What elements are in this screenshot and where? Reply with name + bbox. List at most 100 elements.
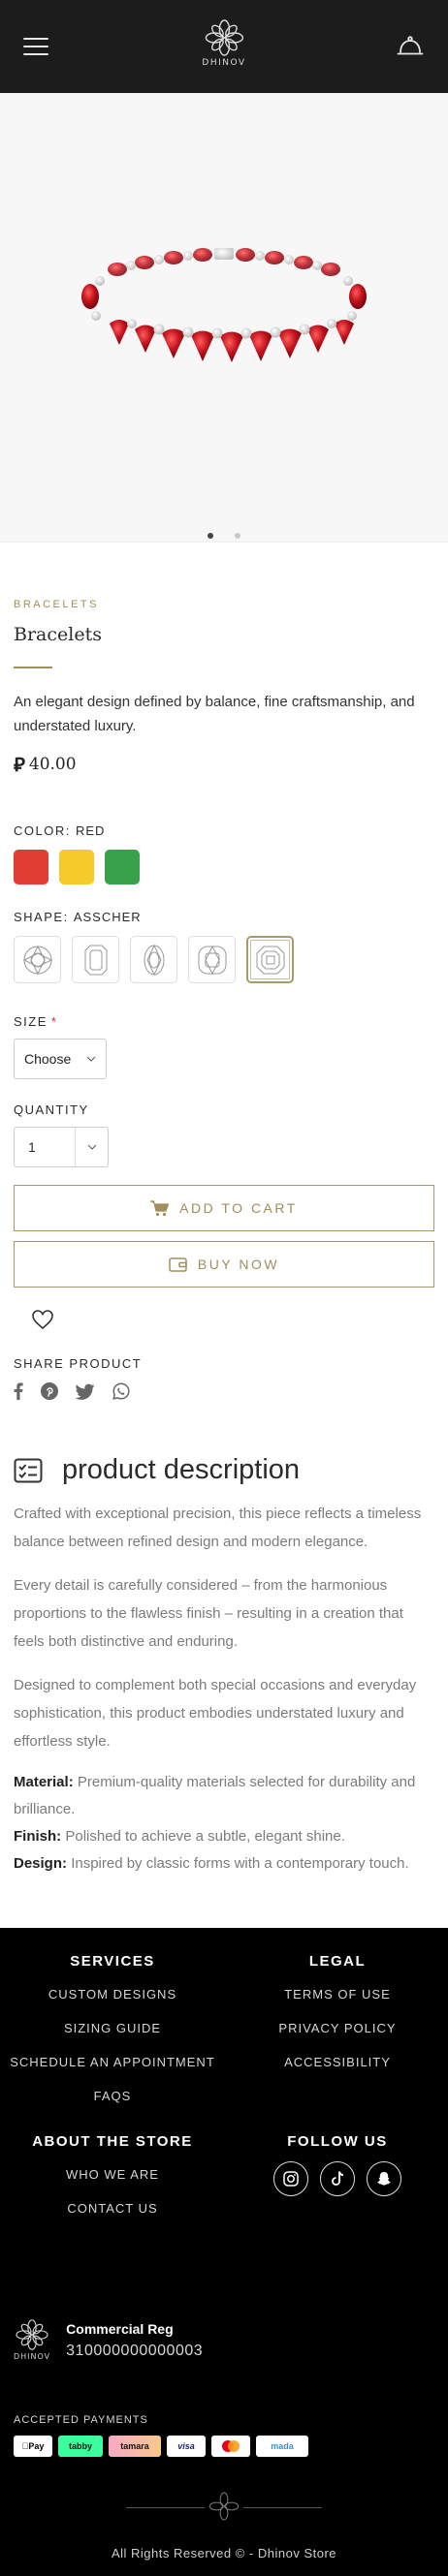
footer-link-custom-designs[interactable]: CUSTOM DESIGNS (0, 1987, 225, 2002)
gallery-dot-2[interactable] (235, 533, 240, 539)
oval-icon (144, 944, 164, 976)
share-icons (14, 1382, 434, 1400)
apple-pay-icon: Pay (14, 2436, 52, 2457)
facebook-icon[interactable] (14, 1382, 23, 1400)
round-icon (22, 945, 52, 975)
pinterest-icon[interactable] (41, 1382, 58, 1400)
whatsapp-icon[interactable] (112, 1382, 130, 1400)
site-footer: SERVICES CUSTOM DESIGNS SIZING GUIDE SCH… (0, 1928, 448, 2576)
site-header: DHINOV (0, 0, 448, 93)
footer-follow: FOLLOW US (264, 2133, 411, 2196)
shape-option-oval[interactable] (130, 936, 177, 983)
description-attributes: Material: Premium-quality materials sele… (14, 1769, 434, 1878)
footer-link-contact-us[interactable]: CONTACT US (0, 2201, 225, 2216)
logo-icon (16, 2319, 48, 2350)
footer-follow-title: FOLLOW US (287, 2133, 388, 2150)
tamara-icon: tamara (109, 2436, 161, 2457)
copyright: All Rights Reserved © - Dhinov Store (111, 2546, 337, 2560)
instagram-icon (283, 2171, 299, 2187)
shape-options (14, 936, 434, 983)
shape-option-asscher[interactable] (246, 936, 294, 983)
commercial-reg-label: Commercial Reg (66, 2320, 174, 2337)
social-links (264, 2161, 411, 2196)
menu-icon[interactable] (23, 38, 48, 55)
tiktok-link[interactable] (320, 2161, 355, 2196)
payment-methods: Pay tabby tamara visa mada (14, 2436, 308, 2457)
shape-option-emerald[interactable] (72, 936, 119, 983)
accepted-payments-label: ACCEPTED PAYMENTS (14, 2414, 148, 2426)
title-divider (14, 667, 52, 668)
snapchat-link[interactable] (367, 2161, 401, 2196)
finish-row: Finish: Polished to achieve a subtle, el… (14, 1828, 345, 1845)
product-gallery[interactable] (0, 93, 448, 543)
size-select-value: Choose (24, 1051, 72, 1067)
material-row: Material: Premium-quality materials sele… (14, 1774, 416, 1817)
gallery-dot-1[interactable] (208, 533, 213, 539)
product-price: ⃁ 40.00 (14, 752, 434, 777)
footer-link-accessibility[interactable]: ACCESSIBILITY (264, 2055, 411, 2069)
footer-emblem (205, 2490, 243, 2523)
color-options (14, 850, 434, 885)
cart-icon (150, 1199, 170, 1216)
shape-label: SHAPE: ASSCHER (14, 910, 142, 924)
product-info: BRACELETS Bracelets An elegant design de… (0, 599, 448, 1878)
wallet-icon (169, 1257, 187, 1272)
mada-icon: mada (256, 2436, 308, 2457)
price-value: 40.00 (28, 755, 77, 774)
footer-link-who-we-are[interactable]: WHO WE ARE (0, 2167, 225, 2182)
size-label: SIZE * (14, 1014, 58, 1029)
size-select[interactable]: Choose (14, 1039, 107, 1079)
gallery-pagination (0, 533, 448, 539)
product-description-header: product description (14, 1454, 434, 1486)
color-label: COLOR: RED (14, 823, 106, 838)
color-swatch-yellow[interactable] (59, 850, 94, 885)
color-swatch-green[interactable] (105, 850, 140, 885)
add-to-cart-label: ADD TO CART (179, 1200, 298, 1216)
quantity-value[interactable]: 1 (15, 1139, 75, 1155)
share-label: SHARE PRODUCT (14, 1356, 143, 1371)
add-to-cart-button[interactable]: ADD TO CART (14, 1185, 434, 1231)
product-category[interactable]: BRACELETS (14, 599, 434, 610)
footer-logo: DHINOV (14, 2319, 50, 2361)
brand-name: DHINOV (202, 58, 246, 68)
footer-link-privacy[interactable]: PRIVACY POLICY (264, 2021, 411, 2035)
snapchat-icon (377, 2172, 391, 2186)
color-value: RED (75, 823, 106, 838)
logo-icon (205, 19, 243, 56)
buy-now-button[interactable]: BUY NOW (14, 1241, 434, 1288)
footer-legal-title: LEGAL (308, 1953, 367, 1970)
checklist-icon (14, 1458, 43, 1482)
product-image (0, 93, 448, 519)
mastercard-logo (222, 2440, 240, 2452)
quantity-stepper[interactable]: 1 (14, 1127, 109, 1167)
color-swatch-red[interactable] (14, 850, 48, 885)
footer-about-title: ABOUT THE STORE (32, 2133, 193, 2150)
heart-icon (32, 1310, 53, 1330)
currency-symbol: ⃁ (14, 753, 25, 776)
footer-link-sizing-guide[interactable]: SIZING GUIDE (0, 2021, 225, 2035)
cart-button[interactable] (396, 32, 425, 61)
cushion-icon (198, 945, 226, 975)
cart-cloche-icon (397, 36, 424, 55)
commercial-reg-number: 310000000000003 (66, 2342, 204, 2359)
brand-logo[interactable]: DHINOV (202, 19, 245, 68)
twitter-icon[interactable] (76, 1383, 95, 1400)
buy-now-label: BUY NOW (197, 1257, 280, 1272)
footer-link-faqs[interactable]: FAQS (0, 2089, 225, 2103)
shape-option-cushion[interactable] (188, 936, 236, 983)
wishlist-button[interactable] (14, 1309, 434, 1335)
quantity-label: QUANTITY (14, 1102, 89, 1117)
footer-services-title: SERVICES (70, 1953, 155, 1970)
shape-option-round[interactable] (14, 936, 61, 983)
footer-brand-name: DHINOV (14, 2352, 51, 2361)
footer-link-schedule-appointment[interactable]: SCHEDULE AN APPOINTMENT (0, 2055, 225, 2069)
emerald-icon (84, 945, 107, 975)
instagram-link[interactable] (273, 2161, 308, 2196)
description-paragraph-2: Every detail is carefully considered – f… (14, 1577, 403, 1650)
footer-services: SERVICES CUSTOM DESIGNS SIZING GUIDE SCH… (0, 1953, 225, 2103)
footer-link-terms[interactable]: TERMS OF USE (264, 1987, 411, 2002)
quantity-dropdown[interactable] (75, 1128, 108, 1166)
chevron-down-icon (86, 1056, 96, 1062)
tabby-icon: tabby (58, 2436, 103, 2457)
shape-value: ASSCHER (73, 910, 142, 924)
